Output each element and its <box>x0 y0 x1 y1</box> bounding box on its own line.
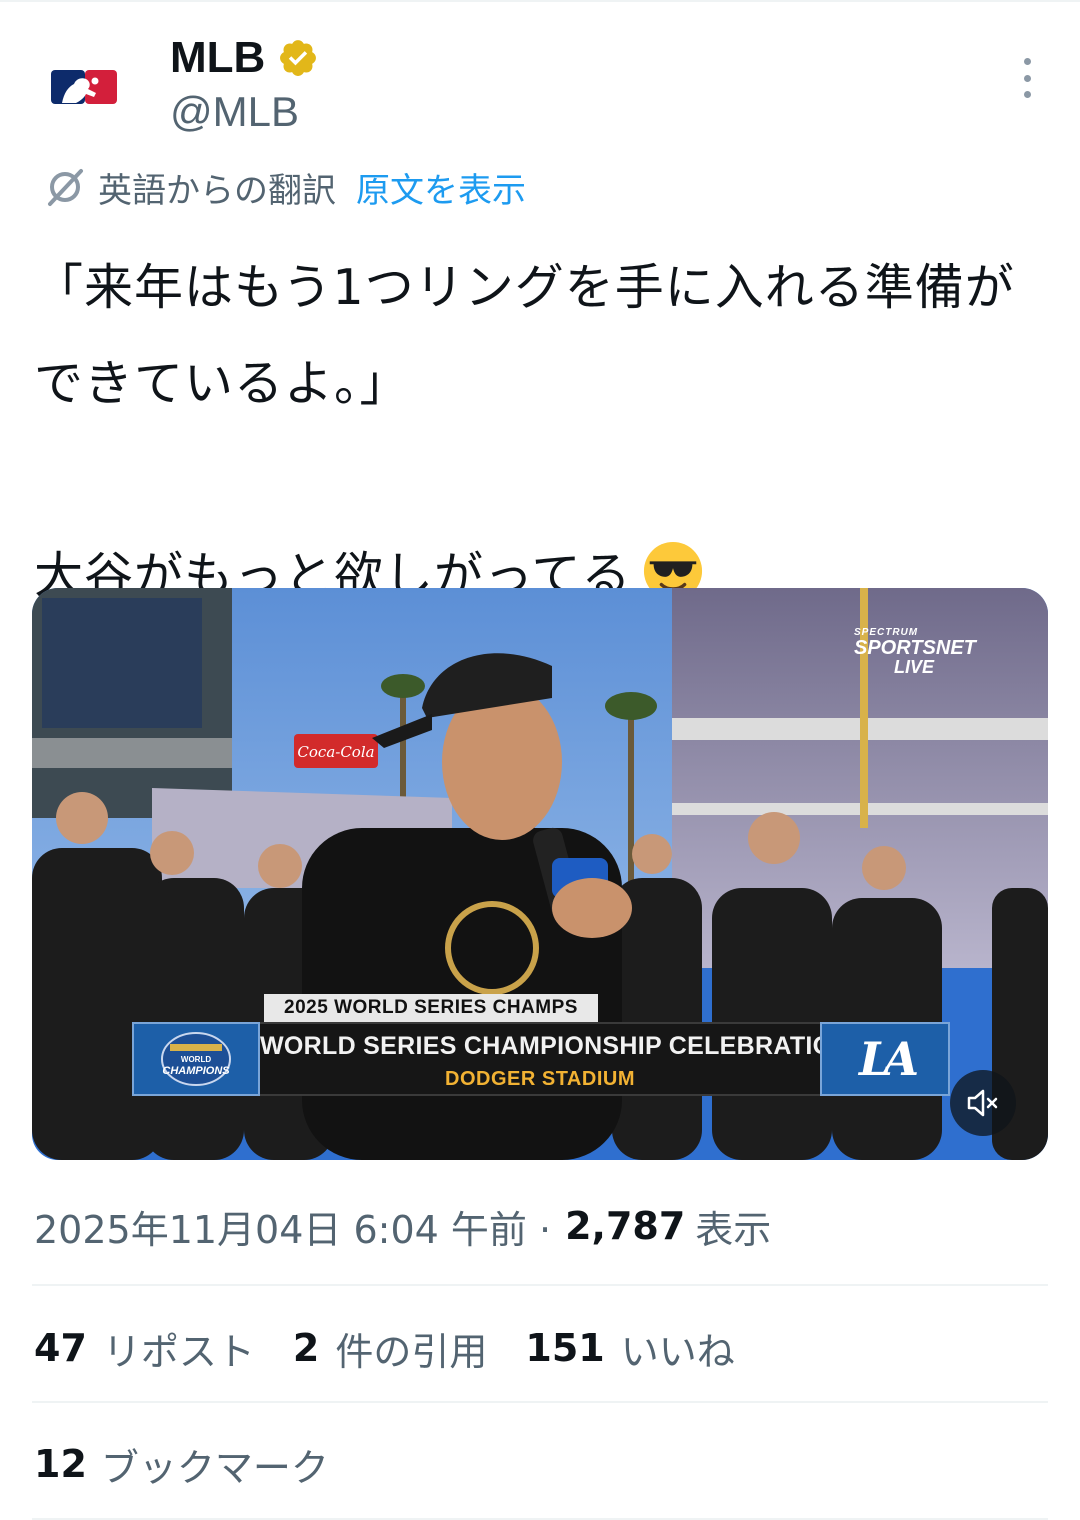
more-dot <box>1023 91 1031 98</box>
top-divider <box>0 0 1080 2</box>
display-name[interactable]: MLB <box>170 33 265 83</box>
champions-badge-top: WORLD <box>181 1055 211 1064</box>
lower-third-tag: 2025 WORLD SERIES CHAMPS <box>264 994 598 1022</box>
champions-badge: WORLD CHAMPIONS <box>132 1022 260 1096</box>
lower-third-title: WORLD SERIES CHAMPIONSHIP CELEBRATION <box>260 1032 851 1060</box>
champions-badge-main: CHAMPIONS <box>162 1065 230 1077</box>
quotes-label: 件の引用 <box>335 1329 488 1374</box>
author-name-row[interactable]: MLB <box>170 30 319 86</box>
svg-text:Coca-Cola: Coca-Cola <box>297 743 374 761</box>
lower-third-subtitle: DODGER STADIUM <box>445 1068 635 1090</box>
engagement-stats: 47 リポスト 2 件の引用 151 いいね <box>34 1320 773 1376</box>
translation-row: 英語からの翻訳 原文を表示 <box>44 162 526 212</box>
more-vertical-icon[interactable] <box>1010 58 1044 98</box>
tweet-line: 「来年はもう1つリングを手に入れる準備が <box>34 259 1015 316</box>
views-label: 表示 <box>695 1207 772 1252</box>
show-original-link[interactable]: 原文を表示 <box>356 163 526 212</box>
likes-label: いいね <box>620 1329 735 1374</box>
more-dot <box>1023 74 1031 82</box>
network-logo-line2: SPORTSNET <box>854 637 976 659</box>
quotes-count: 2 <box>292 1326 320 1370</box>
network-logo-line3: LIVE <box>894 657 935 677</box>
user-handle[interactable]: @MLB <box>170 88 299 136</box>
likes-count: 151 <box>525 1326 605 1370</box>
network-logo: SPECTRUM SPORTSNET LIVE <box>854 628 976 677</box>
lower-third-banner: WORLD SERIES CHAMPIONSHIP CELEBRATION DO… <box>260 1022 851 1096</box>
bookmarks-count: 12 <box>34 1442 87 1486</box>
quotes-stat[interactable]: 2 件の引用 <box>293 1321 487 1376</box>
tweet-line: できているよ。」 <box>34 355 410 412</box>
reposts-stat[interactable]: 47 リポスト <box>34 1321 255 1376</box>
bookmarks-label: ブックマーク <box>100 1445 329 1490</box>
divider <box>32 1284 1048 1286</box>
video-player[interactable]: Coca-Cola SPECTRUM SPORTSNET LIVE 2025 W… <box>32 588 1048 1160</box>
volume-muted-icon[interactable] <box>950 1070 1016 1136</box>
dodgers-la-logo-icon: LA <box>858 1032 919 1086</box>
bookmarks-stat[interactable]: 12 ブックマーク <box>34 1436 329 1492</box>
translate-icon <box>48 169 83 206</box>
translation-label: 英語からの翻訳 <box>98 170 336 211</box>
views-count: 2,787 <box>565 1204 686 1248</box>
dodgers-logo: LA <box>820 1022 950 1096</box>
world-series-champions-logo-icon: WORLD CHAMPIONS <box>161 1032 231 1086</box>
mlb-logo-icon[interactable] <box>40 56 128 118</box>
timestamp[interactable]: 2025年11月04日 6:04 午前 · <box>34 1199 551 1254</box>
tweet-text: 「来年はもう1つリングを手に入れる準備が できているよ。」 大谷がもっと欲しがっ… <box>34 240 1064 624</box>
likes-stat[interactable]: 151 いいね <box>525 1321 734 1376</box>
reposts-label: リポスト <box>102 1329 255 1374</box>
verified-badge-icon <box>280 40 317 76</box>
reposts-count: 47 <box>34 1326 87 1370</box>
more-dot <box>1023 58 1031 65</box>
tweet-meta: 2025年11月04日 6:04 午前 · 2,787 表示 <box>34 1198 771 1254</box>
divider <box>32 1401 1048 1403</box>
